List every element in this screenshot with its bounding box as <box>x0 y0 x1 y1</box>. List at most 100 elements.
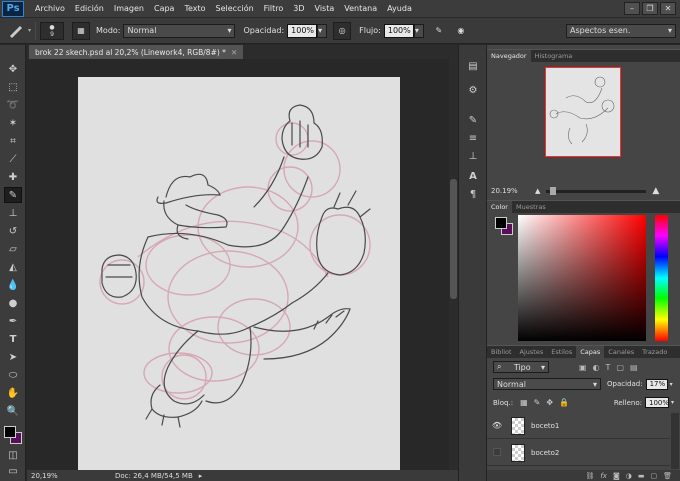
preset-dropdown-icon[interactable]: ▾ <box>28 27 31 34</box>
healing-brush-icon[interactable]: ✚ <box>4 169 22 185</box>
brush-presets-icon[interactable]: ≡ <box>466 131 480 145</box>
menu-ayuda[interactable]: Ayuda <box>382 4 417 13</box>
pen-tool-icon[interactable]: ✒ <box>4 313 22 329</box>
status-arrow-icon[interactable]: ▸ <box>199 472 203 480</box>
zoom-out-icon[interactable]: ▲ <box>535 187 540 195</box>
mode-select[interactable]: Normal ▾ <box>123 23 236 38</box>
tab-channels[interactable]: Canales <box>604 346 638 358</box>
canvas-scrollbar[interactable] <box>449 59 458 470</box>
layer-filter-select[interactable]: ⌕ Tipo ▾ <box>493 361 549 373</box>
marquee-tool-icon[interactable]: ⬚ <box>4 79 22 95</box>
eyedropper-icon[interactable]: ⟋ <box>4 151 22 167</box>
color-field[interactable] <box>518 215 646 341</box>
brush-tool-icon[interactable]: ✎ <box>4 187 22 203</box>
link-layers-icon[interactable]: ⛓ <box>585 472 594 480</box>
crop-tool-icon[interactable]: ⌗ <box>4 133 22 149</box>
airbrush-icon[interactable]: ✎ <box>430 22 448 40</box>
lock-transparency-icon[interactable]: ▦ <box>520 398 528 407</box>
clone-stamp-icon[interactable]: ⊥ <box>4 205 22 221</box>
flow-slider-button[interactable]: ▾ <box>413 23 424 38</box>
tab-navigator[interactable]: Navegador <box>487 50 531 62</box>
opacity-dropdown-icon[interactable]: ▾ <box>670 381 673 388</box>
dodge-tool-icon[interactable]: ● <box>4 295 22 311</box>
close-icon[interactable]: ✕ <box>660 2 676 15</box>
adjustment-layer-icon[interactable]: ◑ <box>626 472 632 480</box>
shape-tool-icon[interactable]: ⬭ <box>4 367 22 383</box>
menu-3d[interactable]: 3D <box>288 4 309 13</box>
blur-tool-icon[interactable]: 💧 <box>4 277 22 293</box>
filter-adjust-icon[interactable]: ◐ <box>593 363 600 372</box>
tab-color[interactable]: Color <box>487 201 512 213</box>
magic-wand-icon[interactable]: ✶ <box>4 115 22 131</box>
menu-archivo[interactable]: Archivo <box>30 4 70 13</box>
paint-bucket-icon[interactable]: ◭ <box>4 259 22 275</box>
clone-source-icon[interactable]: ⊥ <box>466 149 480 163</box>
pressure-size-icon[interactable]: ◉ <box>452 22 470 40</box>
workspace-select[interactable]: Aspectos esen. ▾ <box>566 23 676 38</box>
zoom-slider-handle[interactable] <box>550 186 557 195</box>
visibility-eye-icon[interactable]: 👁 <box>487 421 507 430</box>
tab-adjustments[interactable]: Ajustes <box>516 346 548 358</box>
lock-all-icon[interactable]: 🔒 <box>559 398 569 407</box>
brush-size-picker[interactable]: ● 9 <box>40 21 65 40</box>
layer-style-icon[interactable]: fx <box>600 472 607 480</box>
history-panel-icon[interactable]: ▤ <box>466 59 480 73</box>
tab-histogram[interactable]: Histograma <box>531 50 577 62</box>
close-tab-icon[interactable]: ✕ <box>231 48 237 57</box>
menu-seleccion[interactable]: Selección <box>211 4 259 13</box>
menu-vista[interactable]: Vista <box>310 4 340 13</box>
document-canvas[interactable] <box>78 77 400 470</box>
foreground-color-swatch[interactable] <box>4 426 16 438</box>
hand-tool-icon[interactable]: ✋ <box>4 385 22 401</box>
canvas-area[interactable] <box>27 59 449 470</box>
history-brush-icon[interactable]: ↺ <box>4 223 22 239</box>
filter-pixel-icon[interactable]: ▣ <box>579 363 587 372</box>
layers-scrollbar[interactable] <box>671 413 679 469</box>
lock-position-icon[interactable]: ✥ <box>546 398 553 407</box>
path-selection-icon[interactable]: ➤ <box>4 349 22 365</box>
tab-swatches[interactable]: Muestras <box>512 201 550 213</box>
screen-mode-icon[interactable]: ▭ <box>4 463 22 479</box>
scrollbar-thumb[interactable] <box>450 179 457 299</box>
quick-mask-icon[interactable]: ◫ <box>4 447 22 463</box>
menu-ventana[interactable]: Ventana <box>339 4 382 13</box>
new-group-icon[interactable]: ▬ <box>638 472 645 480</box>
tab-libraries[interactable]: Bibliot <box>487 346 516 358</box>
filter-smart-icon[interactable]: ▤ <box>630 363 638 372</box>
layer-row[interactable]: boceto2 <box>487 440 670 466</box>
add-mask-icon[interactable]: ◙ <box>613 472 620 480</box>
brush-tool-preset-icon[interactable] <box>4 22 28 40</box>
tab-styles[interactable]: Estilos <box>547 346 576 358</box>
restore-icon[interactable]: ❐ <box>642 2 658 15</box>
status-zoom[interactable]: 20,19% <box>31 472 71 480</box>
fill-dropdown-icon[interactable]: ▾ <box>671 399 674 406</box>
layer-opacity-field[interactable]: 17% <box>645 378 668 390</box>
zoom-tool-icon[interactable]: 🔍 <box>4 403 22 419</box>
tab-layers[interactable]: Capas <box>576 346 605 358</box>
menu-edicion[interactable]: Edición <box>70 4 109 13</box>
navigator-preview[interactable] <box>545 67 621 157</box>
brush-panel-toggle-icon[interactable]: ▦ <box>72 21 91 40</box>
hue-slider[interactable] <box>655 215 668 341</box>
eraser-icon[interactable]: ▱ <box>4 241 22 257</box>
type-tool-icon[interactable]: T <box>4 331 22 347</box>
brush-panel-icon[interactable]: ✎ <box>466 113 480 127</box>
menu-imagen[interactable]: Imagen <box>109 4 149 13</box>
move-tool-icon[interactable]: ✥ <box>4 61 22 77</box>
opacity-slider-button[interactable]: ▾ <box>317 23 328 38</box>
lock-pixels-icon[interactable]: ✎ <box>534 398 541 407</box>
layer-blend-select[interactable]: Normal ▾ <box>493 378 601 390</box>
filter-type-icon[interactable]: T <box>606 363 611 372</box>
fill-field[interactable]: 100% <box>644 397 669 408</box>
minimize-icon[interactable]: – <box>624 2 640 15</box>
filter-shape-icon[interactable]: ▢ <box>616 363 624 372</box>
menu-capa[interactable]: Capa <box>149 4 179 13</box>
navigator-zoom-value[interactable]: 20.19% <box>491 187 521 195</box>
visibility-toggle-empty[interactable] <box>487 447 507 458</box>
tab-paths[interactable]: Trazado <box>638 346 671 358</box>
menu-filtro[interactable]: Filtro <box>259 4 289 13</box>
opacity-field[interactable]: 100% <box>287 23 318 38</box>
paragraph-panel-icon[interactable]: ¶ <box>466 187 480 201</box>
lasso-tool-icon[interactable]: ➰ <box>4 97 22 113</box>
layer-row[interactable]: 👁 boceto1 <box>487 413 670 439</box>
